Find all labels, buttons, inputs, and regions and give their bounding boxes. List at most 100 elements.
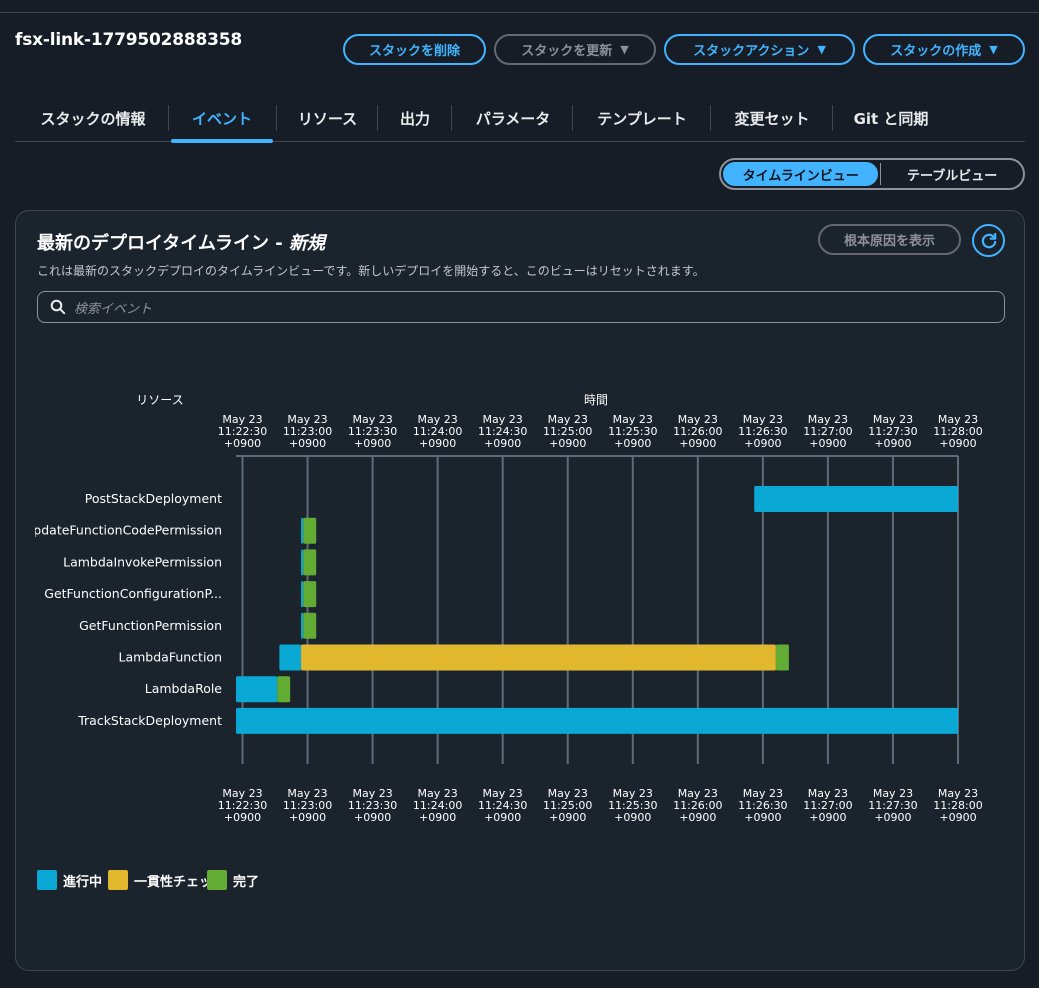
legend-item-in-progress: 進行中 <box>37 870 102 890</box>
show-root-cause-button[interactable]: 根本原因を表示 <box>818 224 961 255</box>
panel-title-status: 新規 <box>289 233 326 254</box>
tab-divider <box>572 105 573 131</box>
tab-label: Git と同期 <box>853 110 929 128</box>
tab-events[interactable]: イベント <box>171 96 273 143</box>
timeline-bar <box>279 644 302 671</box>
x-tick-label: May 23 11:27:00 +0900 <box>803 787 852 824</box>
resource-label: LambdaInvokePermission <box>63 554 222 569</box>
tab-resources[interactable]: リソース <box>280 96 375 141</box>
search-placeholder: 検索イベント <box>74 301 153 317</box>
tab-label: リソース <box>297 110 358 128</box>
x-tick-label: May 23 11:23:30 +0900 <box>348 413 397 450</box>
tab-label: スタックの情報 <box>40 110 146 128</box>
x-tick-label: May 23 11:26:00 +0900 <box>673 787 722 824</box>
x-tick-label: May 23 11:25:30 +0900 <box>608 787 657 824</box>
x-tick-label: May 23 11:27:00 +0900 <box>803 413 852 450</box>
refresh-button[interactable] <box>972 224 1005 257</box>
x-tick-label: May 23 11:24:00 +0900 <box>413 413 462 450</box>
tab-label: イベント <box>191 110 252 128</box>
tab-label: パラメータ <box>475 110 551 128</box>
resource-label: GetFunctionConfigurationP... <box>44 586 222 601</box>
x-tick-label: May 23 11:26:30 +0900 <box>738 413 787 450</box>
timeline-bar <box>236 676 278 703</box>
view-toggle: タイムラインビュー テーブルビュー <box>719 158 1025 190</box>
tab-template[interactable]: テンプレート <box>575 96 709 141</box>
create-stack-label: スタックの作成 <box>890 44 982 59</box>
timeline-bar <box>301 549 304 576</box>
tab-label: テンプレート <box>597 110 687 128</box>
timeline-bar <box>236 707 958 734</box>
delete-stack-button[interactable]: スタックを削除 <box>343 34 486 65</box>
search-icon <box>50 299 66 315</box>
legend-item-consistency-check: 一貫性チェック <box>108 870 211 890</box>
resource-label: LambdaRole <box>145 681 223 696</box>
time-column-header: 時間 <box>584 393 608 407</box>
timeline-bar <box>303 517 317 544</box>
stack-actions-label: スタックアクション <box>693 44 810 59</box>
toggle-divider <box>880 163 882 185</box>
timeline-bar <box>277 676 291 703</box>
timeline-bar <box>301 612 304 639</box>
legend-label-consistency-check: 一貫性チェック <box>134 874 212 890</box>
resource-label: LambdaFunction <box>119 650 223 665</box>
timeline-bar <box>301 581 304 608</box>
resource-label: PostStackDeployment <box>85 491 222 506</box>
panel-title-text: 最新のデプロイタイムライン - <box>37 233 290 254</box>
top-divider <box>0 12 1039 13</box>
delete-stack-label: スタックを削除 <box>368 44 460 59</box>
timeline-bar <box>301 644 776 671</box>
resource-label: TrackStackDeployment <box>77 713 222 728</box>
timeline-chart: リソース 時間 May 23 11:22:30 +0900 May 23 11:23:0… <box>24 393 983 824</box>
legend-label-complete: 完了 <box>233 874 260 890</box>
x-axis-top: May 23 11:22:30 +0900 May 23 11:23:00 +0900 Ma… <box>218 413 983 450</box>
tab-parameters[interactable]: パラメータ <box>454 96 572 141</box>
table-view-toggle[interactable]: テーブルビュー <box>883 162 1021 186</box>
timeline-view-toggle[interactable]: タイムラインビュー <box>723 162 879 186</box>
timeline-bars <box>236 486 958 734</box>
legend-swatch-consistency-check <box>108 870 129 890</box>
legend-swatch-complete <box>207 870 228 890</box>
x-tick-label: May 23 11:23:30 +0900 <box>348 787 397 824</box>
legend-item-complete: 完了 <box>207 870 259 890</box>
resource-label: UpdateFunctionCodePermission <box>24 523 222 538</box>
create-stack-button[interactable]: スタックの作成 ▼ <box>863 34 1025 65</box>
panel-description: これは最新のスタックデプロイのタイムラインビューです。新しいデプロイを開始すると… <box>37 264 705 278</box>
panel-title: 最新のデプロイタイムライン - 新規 <box>37 229 325 255</box>
tab-stack-info[interactable]: スタックの情報 <box>23 96 163 141</box>
tab-outputs[interactable]: 出力 <box>380 96 450 141</box>
x-tick-label: May 23 11:23:00 +0900 <box>283 413 332 450</box>
tab-divider <box>832 105 833 131</box>
legend-swatch-in-progress <box>37 870 57 890</box>
x-tick-label: May 23 11:24:30 +0900 <box>478 787 527 824</box>
stack-name: fsx-link-1779502888358 <box>15 30 243 50</box>
timeline-bar <box>301 517 304 544</box>
x-tick-label: May 23 11:25:00 +0900 <box>543 413 592 450</box>
stack-actions-button[interactable]: スタックアクション ▼ <box>664 34 855 65</box>
x-tick-label: May 23 11:22:30 +0900 <box>218 413 267 450</box>
resource-label: GetFunctionPermission <box>79 618 222 633</box>
tab-bar: スタックの情報 イベント リソース 出力 パラメータ テンプレート 変更セット … <box>15 96 1025 143</box>
resource-labels: PostStackDeployment UpdateFunctionCodePer… <box>24 491 223 728</box>
x-tick-label: May 23 11:26:30 +0900 <box>738 787 787 824</box>
tab-divider <box>377 105 378 131</box>
refresh-icon <box>981 232 996 248</box>
tab-change-sets[interactable]: 変更セット <box>713 96 831 141</box>
search-events-input[interactable]: 検索イベント <box>37 291 1005 323</box>
x-tick-label: May 23 11:25:30 +0900 <box>608 413 657 450</box>
x-tick-label: May 23 11:28:00 +0900 <box>933 787 982 824</box>
update-stack-button[interactable]: スタックを更新 ▼ <box>494 34 656 65</box>
x-tick-label: May 23 11:25:00 +0900 <box>543 787 592 824</box>
tab-git-sync[interactable]: Git と同期 <box>835 96 947 141</box>
timeline-bar <box>303 612 317 639</box>
legend-label-in-progress: 進行中 <box>63 874 103 890</box>
update-stack-label: スタックを更新 <box>521 44 613 59</box>
root-cause-label: 根本原因を表示 <box>843 234 935 249</box>
tab-divider <box>168 105 169 131</box>
x-tick-label: May 23 11:26:00 +0900 <box>673 413 722 450</box>
tab-divider <box>451 105 452 131</box>
tab-divider <box>710 105 711 131</box>
x-tick-label: May 23 11:28:00 +0900 <box>933 413 982 450</box>
caret-down-icon: ▼ <box>989 43 998 56</box>
tab-divider <box>276 105 277 131</box>
tab-label: 変更セット <box>734 110 810 128</box>
